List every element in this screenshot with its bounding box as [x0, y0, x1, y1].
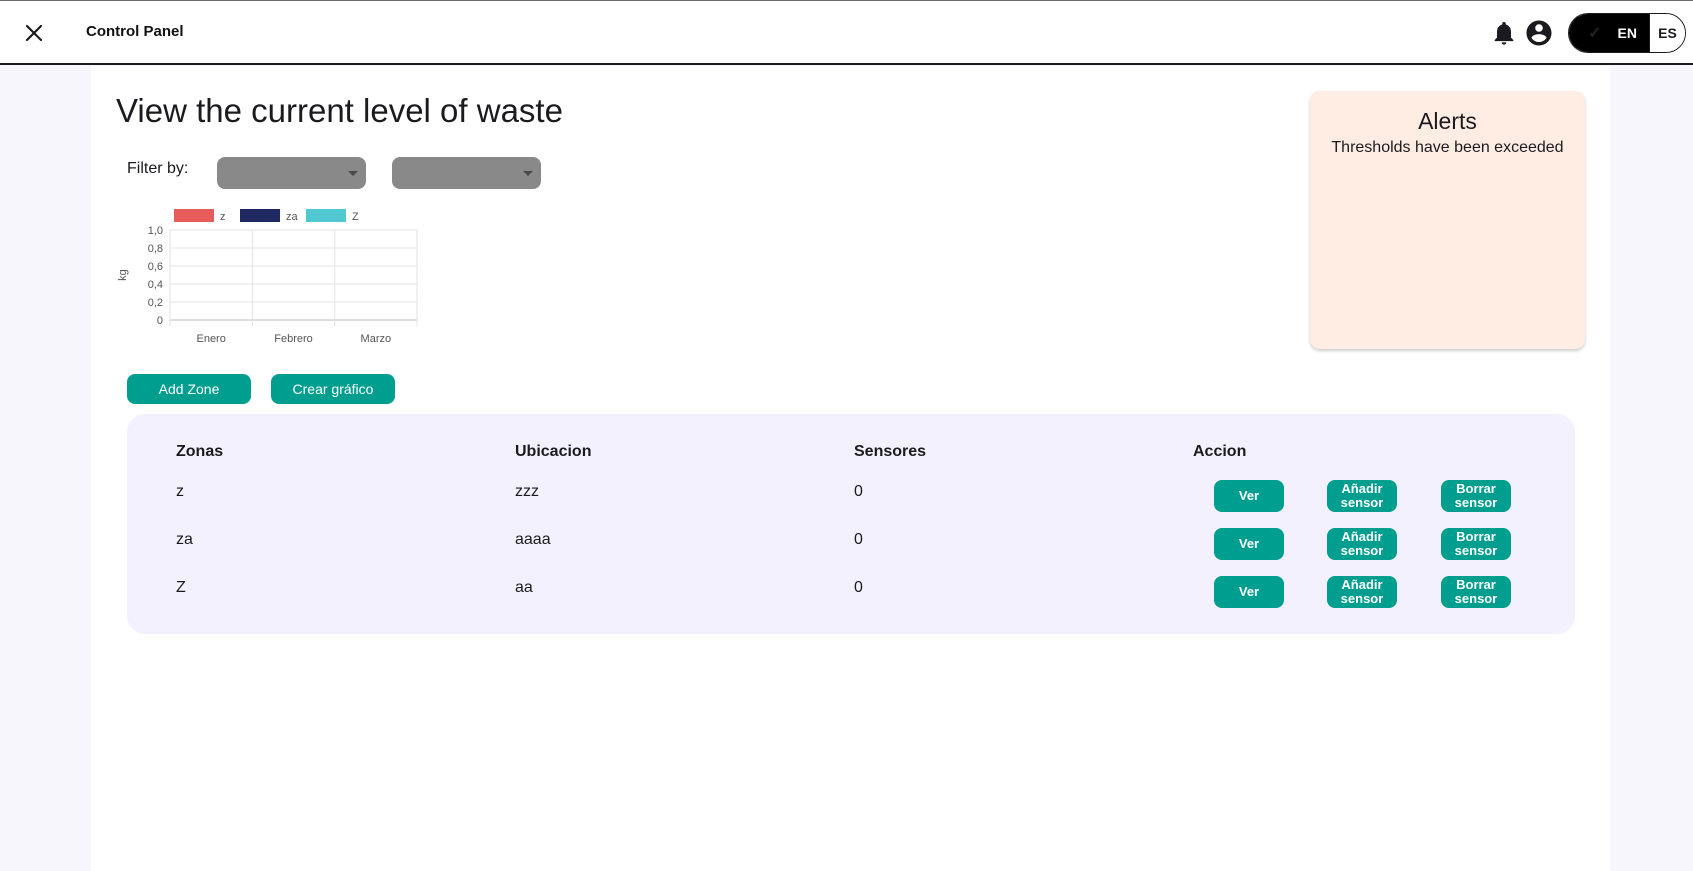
legend-swatch: [306, 209, 346, 222]
create-chart-button[interactable]: Crear gráfico: [271, 374, 395, 404]
language-option-es[interactable]: ES: [1649, 14, 1685, 52]
alerts-message: Thresholds have been exceeded: [1331, 139, 1564, 156]
legend-label: za: [286, 211, 299, 223]
ver-label: Ver: [1238, 488, 1260, 503]
page-title: View the current level of waste: [116, 92, 563, 129]
y-tick-label: 0,4: [148, 279, 163, 291]
delete-sensor-button[interactable]: Borrar sensor: [1441, 528, 1511, 560]
account-circle-icon[interactable]: [1524, 18, 1554, 48]
legend-label: Z: [352, 211, 359, 223]
delete-sensor-label: Borrar sensor: [1455, 482, 1498, 510]
y-axis-label: kg: [118, 269, 129, 281]
delete-sensor-label: Borrar sensor: [1455, 530, 1498, 558]
y-tick-label: 0: [157, 315, 163, 327]
ver-label: Ver: [1238, 584, 1260, 599]
filter-select-1[interactable]: [217, 157, 366, 189]
legend-label: z: [220, 211, 226, 223]
add-sensor-button[interactable]: Añadir sensor: [1327, 480, 1397, 512]
app-title: Control Panel: [86, 23, 184, 40]
delete-sensor-label-line-2: sensor: [1454, 495, 1498, 510]
table-cell-ubicacion: zzz: [515, 483, 539, 500]
alerts-title: Alerts: [1418, 108, 1477, 134]
table-cell-sensores: 0: [854, 579, 863, 596]
table-cell-sensores: 0: [854, 531, 863, 548]
delete-sensor-label-line-1: Borrar: [1456, 481, 1496, 496]
close-icon[interactable]: [20, 19, 48, 47]
add-sensor-label-line-1: Añadir: [1341, 577, 1383, 592]
add-sensor-label: Añadir sensor: [1341, 530, 1384, 558]
add-sensor-label: Añadir sensor: [1341, 578, 1384, 606]
ver-button[interactable]: Ver: [1214, 480, 1284, 512]
table-header-sensores: Sensores: [854, 443, 927, 460]
language-toggle: ✓ EN ES: [1568, 13, 1686, 53]
legend-swatch: [240, 209, 280, 222]
table-cell-zona: za: [176, 531, 193, 548]
table-header-ubicacion: Ubicacion: [515, 443, 592, 460]
x-tick-label: Enero: [196, 333, 225, 345]
table-cell-sensores: 0: [854, 483, 863, 500]
alerts-panel: Alerts Thresholds have been exceeded: [1310, 91, 1585, 349]
y-tick-label: 0,8: [148, 243, 163, 255]
filter-select-2[interactable]: [392, 157, 541, 189]
table-cell-zona: z: [176, 483, 184, 500]
check-icon: ✓: [1588, 25, 1602, 42]
filter-label: Filter by:: [127, 160, 189, 177]
waste-bar-chart: z za Z 0 0,2 0,4 0,6 0,8 1,0 Enero Febrero Marzo kg: [118, 209, 418, 345]
table-cell-ubicacion: aaaa: [515, 531, 551, 548]
delete-sensor-label-line-1: Borrar: [1456, 577, 1496, 592]
add-sensor-label-line-1: Añadir: [1341, 529, 1383, 544]
delete-sensor-label-line-2: sensor: [1454, 591, 1498, 606]
dropdown-arrow-icon: [523, 171, 533, 176]
delete-sensor-button[interactable]: Borrar sensor: [1441, 480, 1511, 512]
ver-button[interactable]: Ver: [1214, 528, 1284, 560]
add-sensor-button[interactable]: Añadir sensor: [1327, 576, 1397, 608]
legend-swatch: [174, 209, 214, 222]
language-label-es: ES: [1658, 25, 1677, 41]
table-cell-ubicacion: aa: [515, 579, 533, 596]
add-sensor-label-line-2: sensor: [1340, 591, 1384, 606]
x-tick-label: Febrero: [274, 333, 313, 345]
ver-label: Ver: [1238, 536, 1260, 551]
add-sensor-label-line-2: sensor: [1340, 495, 1384, 510]
top-app-bar: Control Panel ✓ EN ES: [0, 0, 1693, 65]
table-cell-zona: Z: [176, 579, 186, 596]
add-sensor-button[interactable]: Añadir sensor: [1327, 528, 1397, 560]
dropdown-arrow-icon: [348, 171, 358, 176]
delete-sensor-button[interactable]: Borrar sensor: [1441, 576, 1511, 608]
y-tick-label: 1,0: [148, 225, 163, 237]
bell-icon[interactable]: [1490, 19, 1518, 47]
y-tick-label: 0,2: [148, 297, 163, 309]
ver-button[interactable]: Ver: [1214, 576, 1284, 608]
language-option-en[interactable]: ✓ EN: [1569, 14, 1649, 52]
y-tick-label: 0,6: [148, 261, 163, 273]
add-sensor-label-line-2: sensor: [1340, 543, 1384, 558]
add-sensor-label-line-1: Añadir: [1341, 481, 1383, 496]
table-header-zonas: Zonas: [176, 443, 224, 460]
add-zone-button[interactable]: Add Zone: [127, 374, 251, 404]
language-label-en: EN: [1617, 25, 1637, 41]
delete-sensor-label-line-2: sensor: [1454, 543, 1498, 558]
delete-sensor-label: Borrar sensor: [1455, 578, 1498, 606]
x-tick-label: Marzo: [361, 333, 392, 345]
delete-sensor-label-line-1: Borrar: [1456, 529, 1496, 544]
add-sensor-label: Añadir sensor: [1341, 482, 1384, 510]
table-header-accion: Accion: [1193, 443, 1247, 460]
